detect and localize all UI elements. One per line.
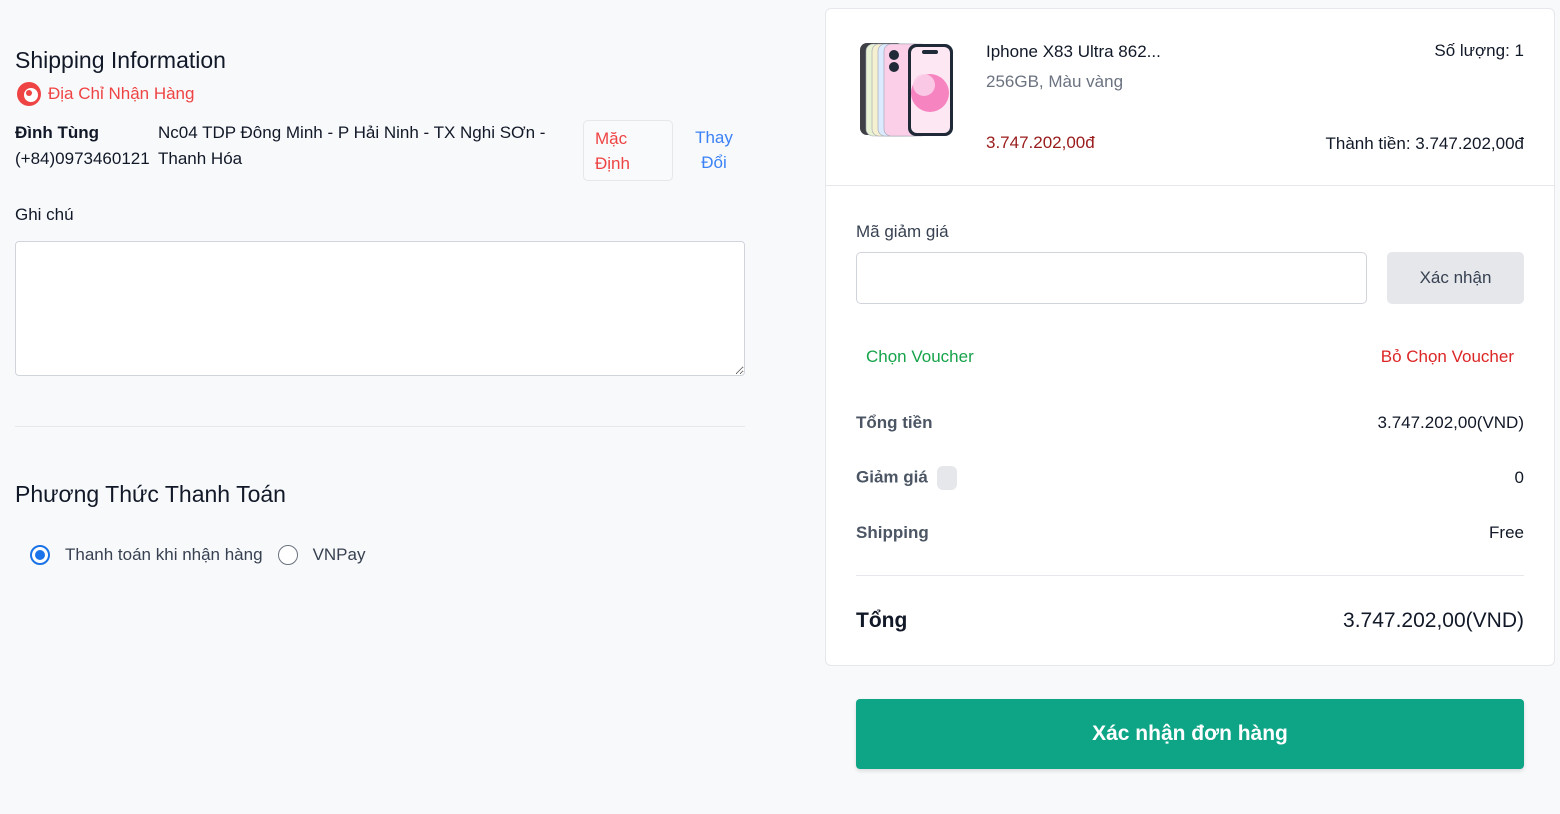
shipping-label: Shipping bbox=[856, 523, 929, 542]
product-line-total: Thành tiền: 3.747.202,00đ bbox=[1325, 134, 1525, 153]
address-heading-label: Địa Chỉ Nhận Hàng bbox=[48, 84, 195, 103]
discount-label-group: Giảm giá bbox=[856, 466, 957, 490]
grand-total-value: 3.747.202,00(VND) bbox=[1343, 609, 1524, 632]
change-address-button[interactable]: Thay Đổi bbox=[683, 125, 745, 175]
payment-option-cod-label[interactable]: Thanh toán khi nhận hàng bbox=[65, 545, 263, 565]
pink-iphone-image bbox=[860, 43, 953, 137]
note-label: Ghi chú bbox=[15, 205, 74, 224]
subtotal-row: Tổng tiền 3.747.202,00(VND) bbox=[856, 413, 1524, 433]
discount-value: 0 bbox=[1514, 468, 1524, 487]
default-address-button[interactable]: Mặc Định bbox=[583, 120, 673, 181]
note-textarea[interactable] bbox=[15, 241, 745, 376]
coupon-input[interactable] bbox=[856, 252, 1367, 304]
order-summary-card: Iphone X83 Ultra 862... 256GB, Màu vàng … bbox=[825, 8, 1555, 666]
coupon-confirm-button[interactable]: Xác nhận bbox=[1387, 252, 1524, 304]
product-name[interactable]: Iphone X83 Ultra 862... bbox=[986, 42, 1161, 62]
product-variant: 256GB, Màu vàng bbox=[986, 72, 1124, 91]
recipient-address: Nc04 TDP Đông Minh - P Hải Ninh - TX Ngh… bbox=[158, 123, 546, 168]
subtotal-value: 3.747.202,00(VND) bbox=[1377, 413, 1524, 432]
subtotal-label: Tổng tiền bbox=[856, 413, 933, 432]
shipping-value: Free bbox=[1489, 523, 1524, 542]
payment-option-cod-radio[interactable] bbox=[30, 545, 50, 565]
recipient-info: Đình Tùng (+84)0973460121 bbox=[15, 120, 150, 172]
remove-voucher-link[interactable]: Bỏ Chọn Voucher bbox=[1381, 347, 1514, 367]
recipient-name: Đình Tùng bbox=[15, 123, 100, 142]
choose-voucher-link[interactable]: Chọn Voucher bbox=[866, 347, 974, 367]
payment-options: Thanh toán khi nhận hàng VNPay bbox=[30, 545, 380, 565]
payment-option-vnpay-radio[interactable] bbox=[277, 545, 298, 565]
discount-row: Giảm giá 0 bbox=[856, 466, 1524, 490]
discount-label: Giảm giá bbox=[856, 467, 928, 487]
location-pin-icon bbox=[17, 82, 41, 106]
section-divider bbox=[15, 426, 745, 427]
product-price: 3.747.202,00đ bbox=[986, 133, 1095, 152]
product-row: Iphone X83 Ultra 862... 256GB, Màu vàng … bbox=[826, 9, 1554, 186]
payment-method-title: Phương Thức Thanh Toán bbox=[15, 481, 286, 507]
product-quantity: Số lượng: 1 bbox=[1434, 41, 1524, 60]
grand-total-row: Tổng 3.747.202,00(VND) bbox=[856, 609, 1524, 633]
summary-divider bbox=[856, 575, 1524, 576]
payment-option-vnpay-label[interactable]: VNPay bbox=[313, 545, 366, 565]
shipping-row: Shipping Free bbox=[856, 523, 1524, 543]
address-heading: Địa Chỉ Nhận Hàng bbox=[17, 82, 194, 106]
confirm-order-button[interactable]: Xác nhận đơn hàng bbox=[856, 699, 1524, 769]
coupon-label: Mã giảm giá bbox=[856, 222, 949, 241]
discount-badge bbox=[936, 466, 957, 490]
shipping-title: Shipping Information bbox=[15, 47, 226, 73]
grand-total-label: Tổng bbox=[856, 609, 908, 632]
recipient-phone: (+84)0973460121 bbox=[15, 149, 150, 168]
